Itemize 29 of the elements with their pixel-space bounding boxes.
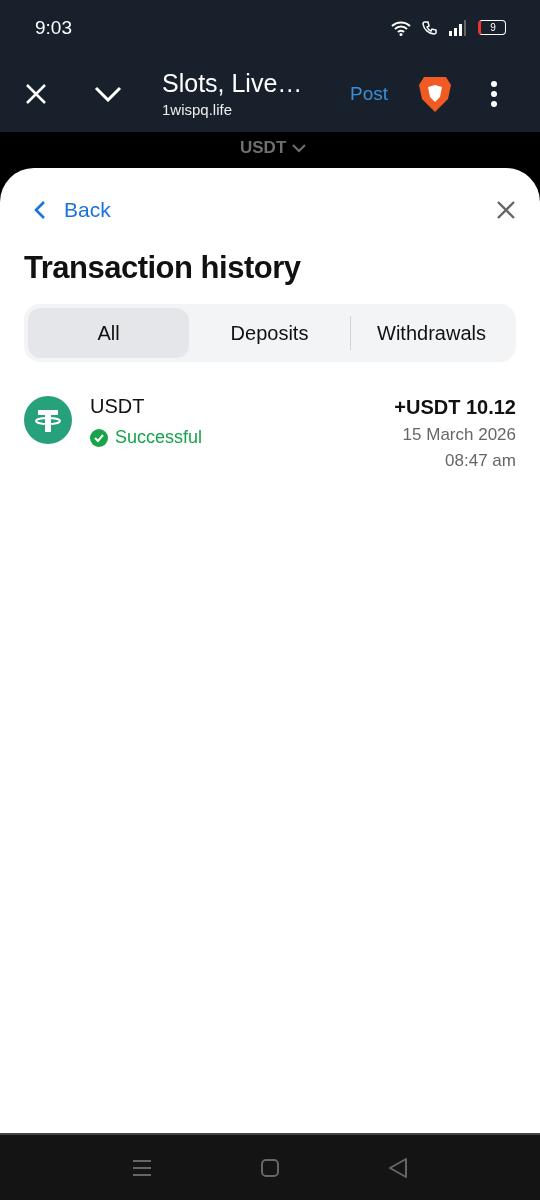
chevron-left-icon (34, 200, 46, 220)
signal-icon (448, 19, 468, 36)
close-icon[interactable] (24, 81, 48, 106)
tab[interactable]: Deposits (189, 308, 350, 358)
menu-icon[interactable] (132, 1158, 152, 1177)
page-url: 1wispq.life (162, 101, 234, 118)
back-button[interactable]: Back (24, 198, 111, 222)
wifi-icon (390, 19, 412, 36)
page-title: Slots, Live… (162, 69, 304, 98)
currency-label: USDT (240, 138, 287, 158)
tab[interactable]: All (28, 308, 189, 358)
battery-icon: 9 (478, 20, 506, 35)
check-circle-icon (90, 428, 108, 447)
status-time: 9:03 (35, 16, 72, 39)
phone-icon (422, 19, 438, 36)
chevron-down-icon[interactable] (94, 85, 122, 102)
transaction-currency: USDT (90, 395, 146, 418)
back-icon[interactable] (388, 1156, 408, 1179)
transaction-time: 08:47 am (445, 451, 516, 471)
tab[interactable]: Withdrawals (351, 308, 512, 358)
transaction-status: Successful (115, 427, 203, 448)
chevron-down-icon (292, 143, 307, 153)
coin-icon (24, 396, 72, 444)
transaction-amount: +USDT 10.12 (394, 396, 516, 419)
home-icon[interactable] (260, 1157, 280, 1178)
more-icon[interactable] (490, 80, 499, 107)
transaction-date: 15 March 2026 (402, 425, 516, 445)
sheet-title: Transaction history (24, 250, 302, 286)
post-button[interactable]: Post (350, 82, 389, 105)
